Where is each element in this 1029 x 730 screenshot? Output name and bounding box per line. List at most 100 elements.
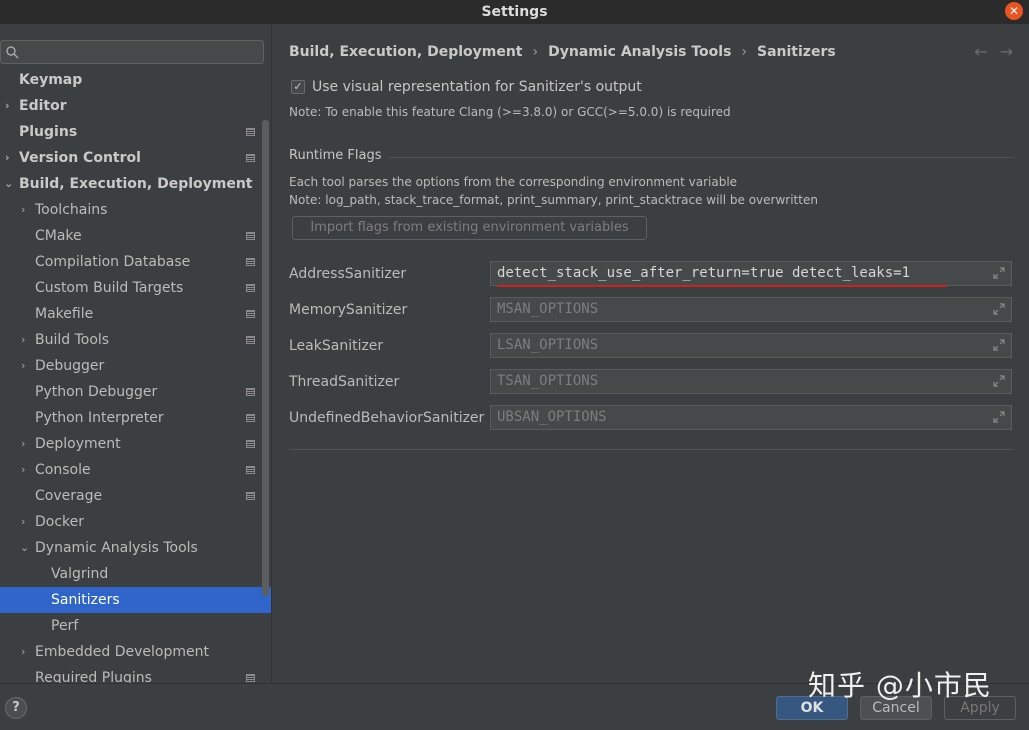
sidebar-item-required-plugins[interactable]: Required Plugins (0, 665, 271, 683)
breadcrumb-item: Dynamic Analysis Tools (548, 44, 732, 60)
breadcrumb-item: Build, Execution, Deployment (289, 44, 523, 60)
sidebar-item-label: Embedded Development (35, 644, 209, 660)
sidebar-item-plugins[interactable]: Plugins (0, 119, 271, 145)
leak-sanitizer-field[interactable]: LSAN_OPTIONS (490, 333, 1012, 358)
sidebar-item-label: Python Interpreter (35, 410, 164, 426)
close-button[interactable]: ✕ (1005, 2, 1023, 20)
content-divider (289, 449, 1014, 450)
sidebar-item-perf[interactable]: Perf (0, 613, 271, 639)
memory-sanitizer-label: MemorySanitizer (289, 302, 408, 318)
runtime-flags-divider (389, 157, 1014, 158)
chevron-right-icon[interactable]: › (21, 438, 31, 449)
expand-icon[interactable] (993, 375, 1005, 387)
sidebar-item-keymap[interactable]: Keymap (0, 67, 271, 93)
sidebar-item-label: Version Control (19, 150, 141, 166)
project-settings-icon (246, 154, 255, 162)
sidebar-item-python-interpreter[interactable]: Python Interpreter (0, 405, 271, 431)
runtime-flags-title: Runtime Flags (289, 148, 382, 163)
import-flags-button[interactable]: Import flags from existing environment v… (292, 216, 647, 240)
window-title: Settings (481, 4, 548, 20)
sidebar-item-makefile[interactable]: Makefile (0, 301, 271, 327)
sidebar-item-label: Python Debugger (35, 384, 158, 400)
sidebar-item-deployment[interactable]: › Deployment (0, 431, 271, 457)
breadcrumb: Build, Execution, Deployment › Dynamic A… (289, 44, 836, 60)
expand-icon[interactable] (993, 267, 1005, 279)
back-arrow-icon[interactable]: ← (974, 42, 987, 61)
project-settings-icon (246, 440, 255, 448)
sidebar-item-label: Coverage (35, 488, 103, 504)
chevron-right-icon[interactable]: › (5, 152, 15, 163)
project-settings-icon (246, 674, 255, 682)
chevron-right-icon[interactable]: › (21, 334, 31, 345)
sidebar-item-build-execution-deployment[interactable]: ⌄ Build, Execution, Deployment (0, 171, 271, 197)
sidebar-item-valgrind[interactable]: Valgrind (0, 561, 271, 587)
watermark: 知乎 @小市民 (808, 669, 992, 702)
address-sanitizer-field[interactable]: detect_stack_use_after_return=true detec… (490, 261, 1012, 286)
sidebar-item-build-tools[interactable]: › Build Tools (0, 327, 271, 353)
expand-icon[interactable] (993, 303, 1005, 315)
search-icon (6, 46, 19, 59)
sidebar-scrollbar[interactable] (262, 120, 269, 596)
search-input[interactable] (0, 40, 264, 64)
sidebar-item-label: Build Tools (35, 332, 110, 348)
project-settings-icon (246, 466, 255, 474)
forward-arrow-icon[interactable]: → (1000, 42, 1013, 61)
runtime-flags-description: Each tool parses the options from the co… (289, 175, 738, 189)
sidebar-item-console[interactable]: › Console (0, 457, 271, 483)
undefined-behavior-sanitizer-field[interactable]: UBSAN_OPTIONS (490, 405, 1012, 430)
history-navigation: ← → (974, 42, 1013, 61)
sidebar-item-coverage[interactable]: Coverage (0, 483, 271, 509)
settings-tree: Keymap › Editor Plugins › Version Contro… (0, 67, 271, 683)
memory-sanitizer-field[interactable]: MSAN_OPTIONS (490, 297, 1012, 322)
sidebar-item-version-control[interactable]: › Version Control (0, 145, 271, 171)
chevron-right-icon[interactable]: › (21, 204, 31, 215)
sidebar-item-embedded-development[interactable]: › Embedded Development (0, 639, 271, 665)
highlight-underline (497, 285, 947, 287)
chevron-right-icon[interactable]: › (21, 464, 31, 475)
project-settings-icon (246, 232, 255, 240)
address-sanitizer-value: detect_stack_use_after_return=true detec… (497, 265, 911, 281)
project-settings-icon (246, 414, 255, 422)
breadcrumb-separator: › (741, 44, 748, 60)
settings-sidebar: Keymap › Editor Plugins › Version Contro… (0, 24, 272, 683)
address-sanitizer-label: AddressSanitizer (289, 266, 407, 282)
expand-icon[interactable] (993, 339, 1005, 351)
sidebar-item-editor[interactable]: › Editor (0, 93, 271, 119)
undefined-behavior-sanitizer-value: UBSAN_OPTIONS (497, 409, 607, 425)
sidebar-item-docker[interactable]: › Docker (0, 509, 271, 535)
chevron-down-icon[interactable]: ⌄ (4, 178, 14, 189)
sidebar-item-python-debugger[interactable]: Python Debugger (0, 379, 271, 405)
chevron-right-icon[interactable]: › (5, 100, 15, 111)
thread-sanitizer-field[interactable]: TSAN_OPTIONS (490, 369, 1012, 394)
sidebar-item-label: Toolchains (35, 202, 108, 218)
help-button[interactable]: ? (5, 697, 27, 719)
thread-sanitizer-label: ThreadSanitizer (289, 374, 400, 390)
sidebar-item-toolchains[interactable]: › Toolchains (0, 197, 271, 223)
chevron-right-icon[interactable]: › (21, 516, 31, 527)
sidebar-item-compilation-database[interactable]: Compilation Database (0, 249, 271, 275)
project-settings-icon (246, 258, 255, 266)
sidebar-item-label: Plugins (19, 124, 78, 140)
sidebar-item-custom-build-targets[interactable]: Custom Build Targets (0, 275, 271, 301)
visual-representation-checkbox[interactable]: ✓ (291, 80, 305, 94)
visual-representation-option[interactable]: ✓ Use visual representation for Sanitize… (291, 79, 642, 95)
project-settings-icon (246, 336, 255, 344)
sidebar-item-dynamic-analysis-tools[interactable]: ⌄ Dynamic Analysis Tools (0, 535, 271, 561)
sidebar-item-label: Sanitizers (51, 592, 120, 608)
title-bar: Settings ✕ (0, 0, 1029, 24)
leak-sanitizer-value: LSAN_OPTIONS (497, 337, 599, 353)
chevron-down-icon[interactable]: ⌄ (20, 542, 30, 553)
breadcrumb-item: Sanitizers (757, 44, 836, 60)
leak-sanitizer-label: LeakSanitizer (289, 338, 384, 354)
sidebar-item-label: Dynamic Analysis Tools (35, 540, 198, 556)
chevron-right-icon[interactable]: › (21, 646, 31, 657)
sidebar-item-debugger[interactable]: › Debugger (0, 353, 271, 379)
sidebar-item-sanitizers[interactable]: Sanitizers (0, 587, 271, 613)
close-icon: ✕ (1008, 4, 1020, 18)
sidebar-item-label: Valgrind (51, 566, 109, 582)
sidebar-item-label: Build, Execution, Deployment (19, 176, 253, 192)
chevron-right-icon[interactable]: › (21, 360, 31, 371)
expand-icon[interactable] (993, 411, 1005, 423)
sidebar-item-label: Custom Build Targets (35, 280, 184, 296)
sidebar-item-cmake[interactable]: CMake (0, 223, 271, 249)
